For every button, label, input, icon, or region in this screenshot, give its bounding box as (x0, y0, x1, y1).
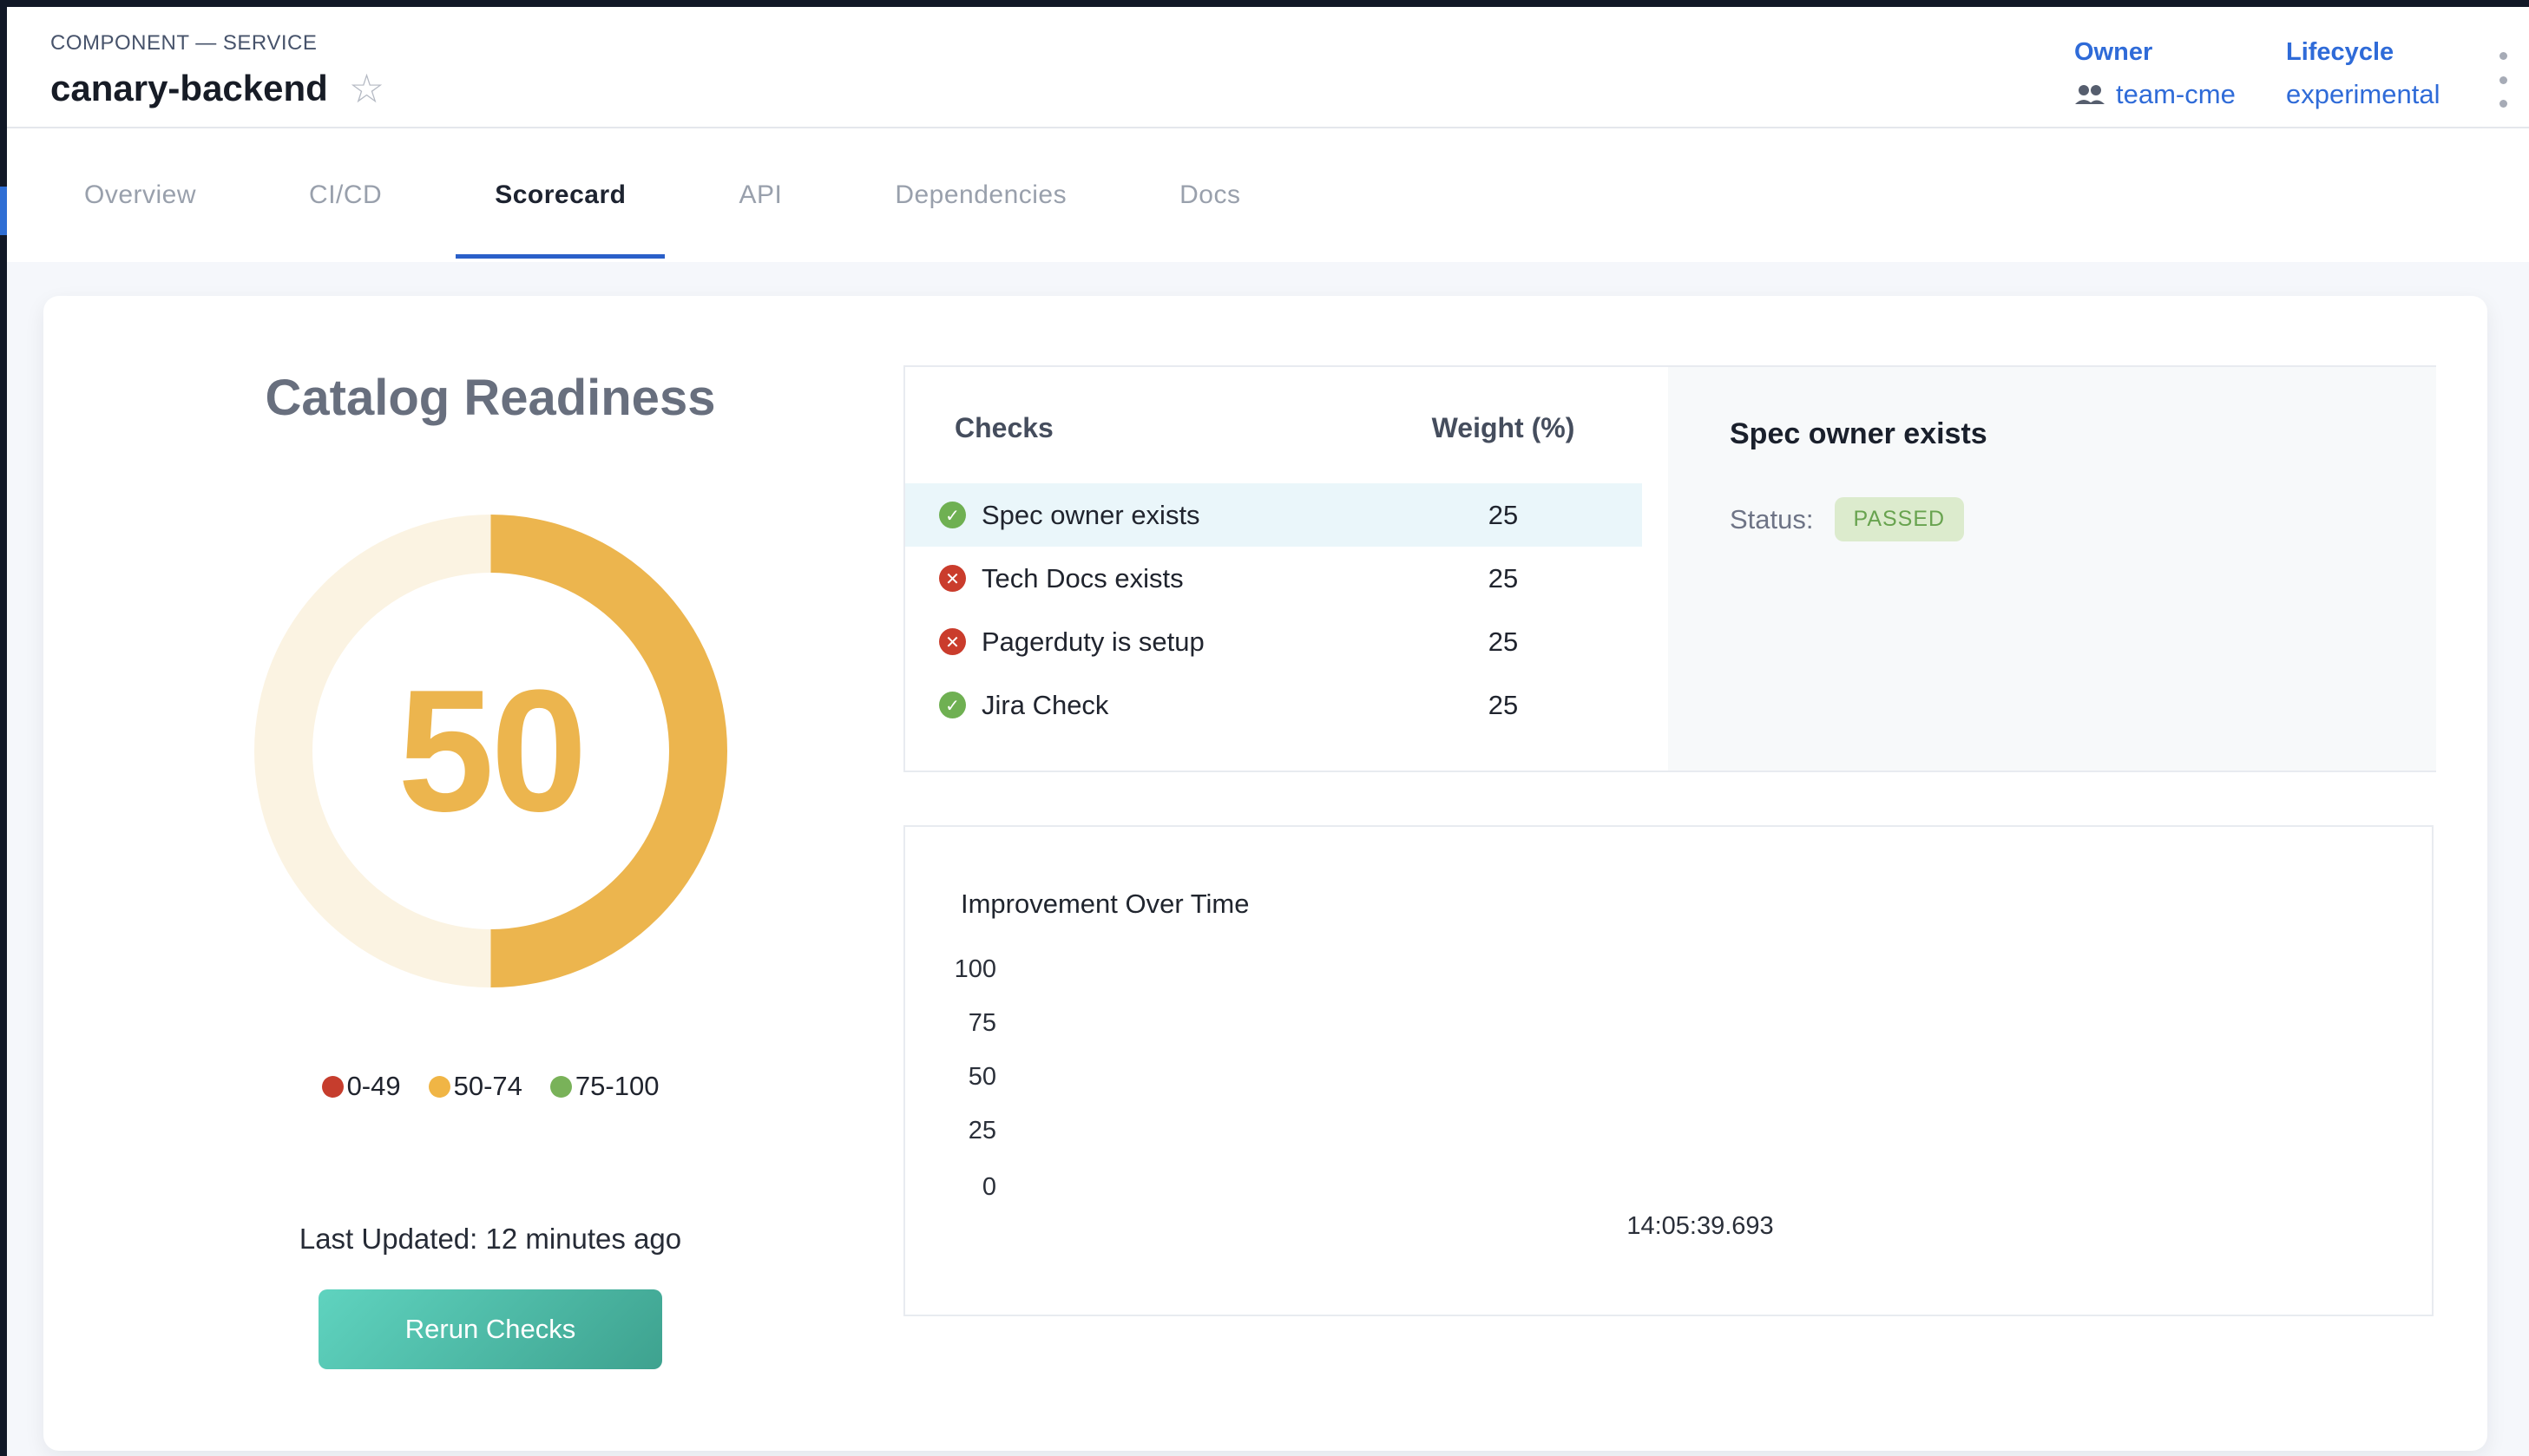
check-label: Pagerduty is setup (982, 626, 1205, 658)
tab-cicd[interactable]: CI/CD (309, 180, 382, 210)
kebab-dot (2499, 52, 2507, 60)
tab-overview[interactable]: Overview (84, 180, 196, 210)
kebab-dot (2499, 100, 2507, 108)
entity-header: COMPONENT — SERVICE canary-backend ☆ Own… (7, 7, 2529, 128)
y-axis-tick: 25 (905, 1117, 996, 1145)
check-weight: 25 (1364, 563, 1642, 594)
legend-label: 50-74 (454, 1071, 522, 1102)
chart-plot-area (1018, 948, 2380, 1193)
y-axis-tick: 75 (905, 1009, 996, 1038)
last-updated-text: Last Updated: 12 minutes ago (43, 1223, 937, 1256)
check-row-jira[interactable]: Jira Check 25 (905, 673, 1642, 737)
owner-block: Owner team-cme (2074, 38, 2236, 110)
check-label: Jira Check (982, 690, 1108, 721)
check-status-icon (939, 692, 966, 718)
sidebar-active-indicator (0, 187, 7, 235)
check-label: Spec owner exists (982, 500, 1200, 531)
legend-label: 0-49 (347, 1071, 401, 1102)
tab-bar: Overview CI/CD Scorecard API Dependencie… (7, 128, 2529, 262)
check-row-pagerduty[interactable]: Pagerduty is setup 25 (905, 610, 1642, 673)
y-axis-tick: 50 (905, 1063, 996, 1092)
people-icon (2074, 83, 2105, 106)
chart-title: Improvement Over Time (961, 889, 1249, 920)
tab-dependencies[interactable]: Dependencies (895, 180, 1067, 210)
legend-label: 75-100 (575, 1071, 660, 1102)
scorecard-card: Catalog Readiness 50 0-49 50-74 75-100 (43, 296, 2487, 1451)
score-gauge: 50 (254, 515, 727, 987)
check-detail-panel: Spec owner exists Status: PASSED (1668, 367, 2436, 771)
check-label: Tech Docs exists (982, 563, 1184, 594)
score-legend: 0-49 50-74 75-100 (43, 1071, 937, 1102)
owner-label: Owner (2074, 38, 2236, 67)
y-axis-tick: 0 (905, 1173, 996, 1202)
check-weight: 25 (1364, 690, 1642, 721)
check-row-tech-docs[interactable]: Tech Docs exists 25 (905, 547, 1642, 610)
tab-docs[interactable]: Docs (1179, 180, 1240, 210)
check-status-icon (939, 502, 966, 528)
lifecycle-value: experimental (2286, 79, 2440, 110)
scorecard-title: Catalog Readiness (43, 369, 937, 427)
legend-dot-green (550, 1076, 572, 1098)
tab-scorecard[interactable]: Scorecard (495, 180, 626, 210)
kebab-menu-button[interactable] (2486, 52, 2520, 108)
checks-table-header: Checks Weight (%) (905, 412, 1642, 444)
score-gauge-hole: 50 (312, 573, 669, 929)
breadcrumb: COMPONENT — SERVICE (50, 31, 317, 56)
check-weight: 25 (1364, 500, 1642, 531)
check-detail-title: Spec owner exists (1730, 417, 1987, 451)
checks-panel: Checks Weight (%) Spec owner exists 25 (903, 365, 2436, 772)
cross-status-icon (939, 628, 966, 655)
legend-dot-yellow (429, 1076, 450, 1098)
check-weight: 25 (1364, 626, 1642, 658)
tab-api[interactable]: API (739, 180, 782, 210)
status-label: Status: (1730, 504, 1814, 535)
legend-item-mid: 50-74 (429, 1071, 522, 1102)
score-value: 50 (397, 652, 583, 851)
legend-item-high: 75-100 (550, 1071, 660, 1102)
rerun-checks-button[interactable]: Rerun Checks (319, 1289, 662, 1369)
gauge-section: Catalog Readiness 50 0-49 50-74 75-100 (43, 296, 937, 1451)
owner-link[interactable]: team-cme (2116, 79, 2236, 110)
lifecycle-label: Lifecycle (2286, 38, 2440, 67)
column-header-weight: Weight (%) (1364, 412, 1642, 444)
column-header-checks: Checks (905, 412, 1364, 444)
status-badge: PASSED (1835, 497, 1965, 541)
favorite-star-icon[interactable]: ☆ (349, 69, 384, 108)
page-background: Catalog Readiness 50 0-49 50-74 75-100 (7, 262, 2529, 1456)
check-row-spec-owner[interactable]: Spec owner exists 25 (905, 483, 1642, 547)
kebab-dot (2499, 76, 2507, 84)
y-axis-tick: 100 (905, 955, 996, 984)
legend-dot-red (322, 1076, 344, 1098)
checks-rows: Spec owner exists 25 Tech Docs exists 25 (905, 483, 1668, 737)
window-top-edge (0, 0, 2529, 7)
x-axis-tick: 14:05:39.693 (1626, 1212, 1773, 1241)
page-title: canary-backend (50, 68, 328, 109)
improvement-chart-panel: Improvement Over Time 100 75 50 25 0 14:… (903, 825, 2434, 1316)
cross-status-icon (939, 565, 966, 592)
legend-item-low: 0-49 (322, 1071, 401, 1102)
checks-list: Checks Weight (%) Spec owner exists 25 (905, 367, 1668, 771)
lifecycle-block: Lifecycle experimental (2286, 38, 2440, 110)
